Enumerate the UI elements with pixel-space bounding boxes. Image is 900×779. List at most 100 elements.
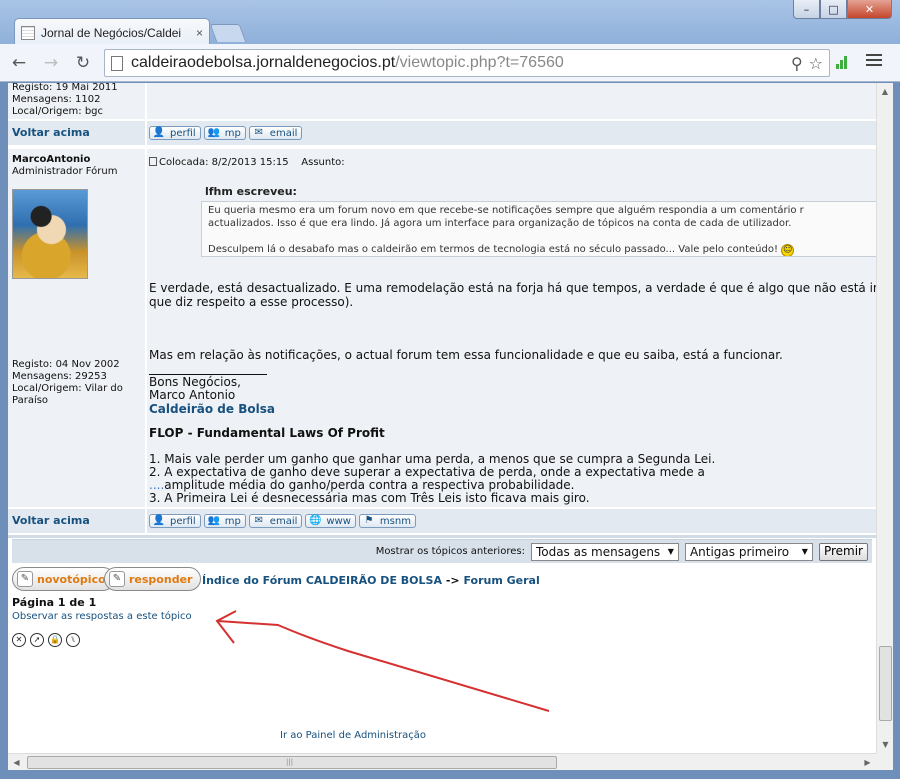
window-bottom-frame [0, 770, 900, 779]
post-voltar-cell: Voltar acima [8, 509, 146, 533]
address-bar[interactable]: caldeiraodebolsa.jornaldenegocios.pt/vie… [104, 49, 830, 77]
forward-button[interactable]: → [38, 50, 64, 76]
profile-icon: 👤 [152, 515, 166, 526]
maximize-button[interactable]: □ [820, 0, 847, 19]
signal-extension-icon[interactable] [836, 56, 852, 70]
order-select[interactable]: Antigas primeiro ▼ [684, 542, 813, 561]
back-button[interactable]: ← [6, 50, 32, 76]
quote-line-3: Desculpem lá o desabafo mas o caldeirão … [208, 244, 795, 256]
perfil-button[interactable]: 👤 perfil [149, 514, 201, 528]
new-topic-icon: ✎ [17, 571, 33, 587]
post-meta: Colocada: 8/2/2013 15:15 Assunto: [149, 157, 345, 168]
tab-close-icon[interactable]: × [196, 26, 203, 40]
prev-perfil-button[interactable]: 👤 perfil [149, 126, 201, 140]
annotation-arrow-head [215, 610, 237, 644]
post-author-rank: Administrador Fórum [12, 166, 118, 177]
signature-caldeirao-link[interactable]: Caldeirão de Bolsa [149, 402, 275, 416]
email-icon: ✉ [254, 515, 263, 526]
scroll-grip-icon: ||| [286, 758, 294, 766]
mp-button[interactable]: 👥 mp [203, 514, 246, 528]
post-assunto: Assunto: [301, 157, 345, 168]
msnm-button[interactable]: ⚑ msnm [358, 514, 416, 528]
breadcrumb-index-link[interactable]: Índice do Fórum CALDEIRÃO DE BOLSA [202, 574, 442, 587]
prev-buttons-cell: 👤 perfil 👥 mp ✉ email [147, 121, 876, 145]
scroll-up-icon[interactable]: ▲ [877, 83, 893, 100]
annotation-arrow-line [217, 620, 550, 712]
voltar-acima-link[interactable]: Voltar acima [12, 514, 90, 527]
admin-panel-link[interactable]: Ir ao Painel de Administração [280, 730, 426, 741]
topic-display-controls: Mostrar os tópicos anteriores: Todas as … [12, 539, 872, 563]
mostrar-label: Mostrar os tópicos anteriores: [375, 546, 525, 557]
search-icon[interactable]: ⚲ [791, 54, 803, 73]
minimize-button[interactable]: – [793, 0, 820, 19]
scroll-corner [876, 753, 893, 770]
post-local-1: Local/Origem: Vilar do [12, 383, 123, 394]
new-topic-button[interactable]: ✎ novotópico [12, 567, 115, 591]
watch-topic-link[interactable]: Observar as respostas a este tópico [12, 611, 192, 622]
browser-tab-active[interactable]: Jornal de Negócios/Caldei × [14, 18, 210, 46]
move-topic-icon[interactable]: ➚ [30, 633, 44, 647]
post-mensagens: Mensagens: 29253 [12, 371, 107, 382]
post-colocada: Colocada: 8/2/2013 15:15 [159, 157, 289, 168]
profile-icon: 👤 [152, 127, 166, 138]
window-controls: – □ ✕ [793, 0, 892, 19]
quote-box: Eu queria mesmo era um forum novo em que… [201, 201, 876, 257]
scroll-left-icon[interactable]: ◀ [8, 754, 25, 771]
prev-voltar-cell: Voltar acima [8, 121, 146, 145]
quote-line-2: actualizados. Isso é que era lindo. Já a… [208, 218, 792, 229]
url-host: caldeiraodebolsa.jornaldenegocios.pt [131, 54, 396, 71]
prev-post-author-cell: Registo: 19 Mai 2011 Mensagens: 1102 Loc… [8, 83, 146, 119]
reload-button[interactable]: ↻ [70, 50, 96, 76]
prev-email-button[interactable]: ✉ email [248, 126, 303, 140]
post-body-line-1: É verdade, está desactualizado. E uma re… [149, 282, 876, 295]
flop-law-3: 3. A Primeira Lei é desnecessária mas co… [149, 491, 590, 505]
flop-law-2b-dots: .... [149, 478, 165, 492]
globe-icon: 🌐 [309, 515, 322, 526]
vertical-scrollbar[interactable]: ▲ ▼ [876, 83, 893, 753]
url-path: /viewtopic.php?t=76560 [395, 54, 564, 71]
breadcrumb-separator: -> [445, 574, 460, 587]
prev-registo: Registo: 19 Mai 2011 [12, 83, 118, 93]
tab-favicon-icon [21, 25, 35, 40]
prev-mp-button[interactable]: 👥 mp [203, 126, 246, 140]
close-window-button[interactable]: ✕ [847, 0, 892, 19]
moderation-icons: ✕ ➚ 🔒 ⑊ [12, 633, 80, 647]
post-body-line-3: Mas em relação às notificações, o actual… [149, 348, 783, 362]
author-avatar [12, 189, 88, 279]
browser-toolbar: ← → ↻ caldeiraodebolsa.jornaldenegocios.… [0, 44, 900, 82]
flop-title: FLOP - Fundamental Laws Of Profit [149, 426, 385, 440]
window-titlebar: Jornal de Negócios/Caldei × – □ ✕ [0, 0, 900, 46]
email-button[interactable]: ✉ email [248, 514, 303, 528]
split-topic-icon[interactable]: ⑊ [66, 633, 80, 647]
reply-icon: ✎ [109, 571, 125, 587]
post-author-name: MarcoAntonio [12, 154, 91, 165]
signature-line-2: Marco Antonio [149, 388, 236, 402]
post-divider [8, 535, 876, 538]
horizontal-scrollbar[interactable]: ◀ ||| ▶ [8, 753, 876, 770]
period-select[interactable]: Todas as mensagens ▼ [530, 542, 679, 561]
www-button[interactable]: 🌐 www [305, 514, 356, 528]
post-local-2: Paraíso [12, 395, 49, 406]
premir-button[interactable]: Premir [818, 542, 868, 561]
prev-post-body-cell [147, 83, 876, 119]
lock-topic-icon[interactable]: 🔒 [48, 633, 62, 647]
bookmark-star-icon[interactable]: ☆ [809, 54, 823, 73]
scroll-down-icon[interactable]: ▼ [877, 736, 894, 753]
reply-button[interactable]: ✎ responder [104, 567, 202, 591]
new-tab-button[interactable] [209, 24, 247, 42]
prev-voltar-acima-link[interactable]: Voltar acima [12, 126, 90, 139]
page-icon [111, 55, 123, 71]
vertical-scroll-thumb[interactable] [879, 646, 892, 721]
breadcrumb-forum-link[interactable]: Forum Geral [463, 574, 539, 587]
scroll-right-icon[interactable]: ▶ [859, 754, 876, 771]
post-body-line-2: que diz respeito a esse processo). [149, 295, 354, 309]
email-icon: ✉ [254, 127, 263, 138]
msn-icon: ⚑ [364, 515, 374, 526]
private-message-icon: 👥 [207, 515, 220, 526]
prev-mensagens: Mensagens: 1102 [12, 94, 101, 105]
chevron-down-icon: ▼ [801, 547, 808, 556]
page-info: Página 1 de 1 [12, 596, 97, 609]
chrome-menu-icon[interactable] [866, 54, 882, 68]
delete-topic-icon[interactable]: ✕ [12, 633, 26, 647]
smiley-icon: ☺ [781, 244, 795, 256]
